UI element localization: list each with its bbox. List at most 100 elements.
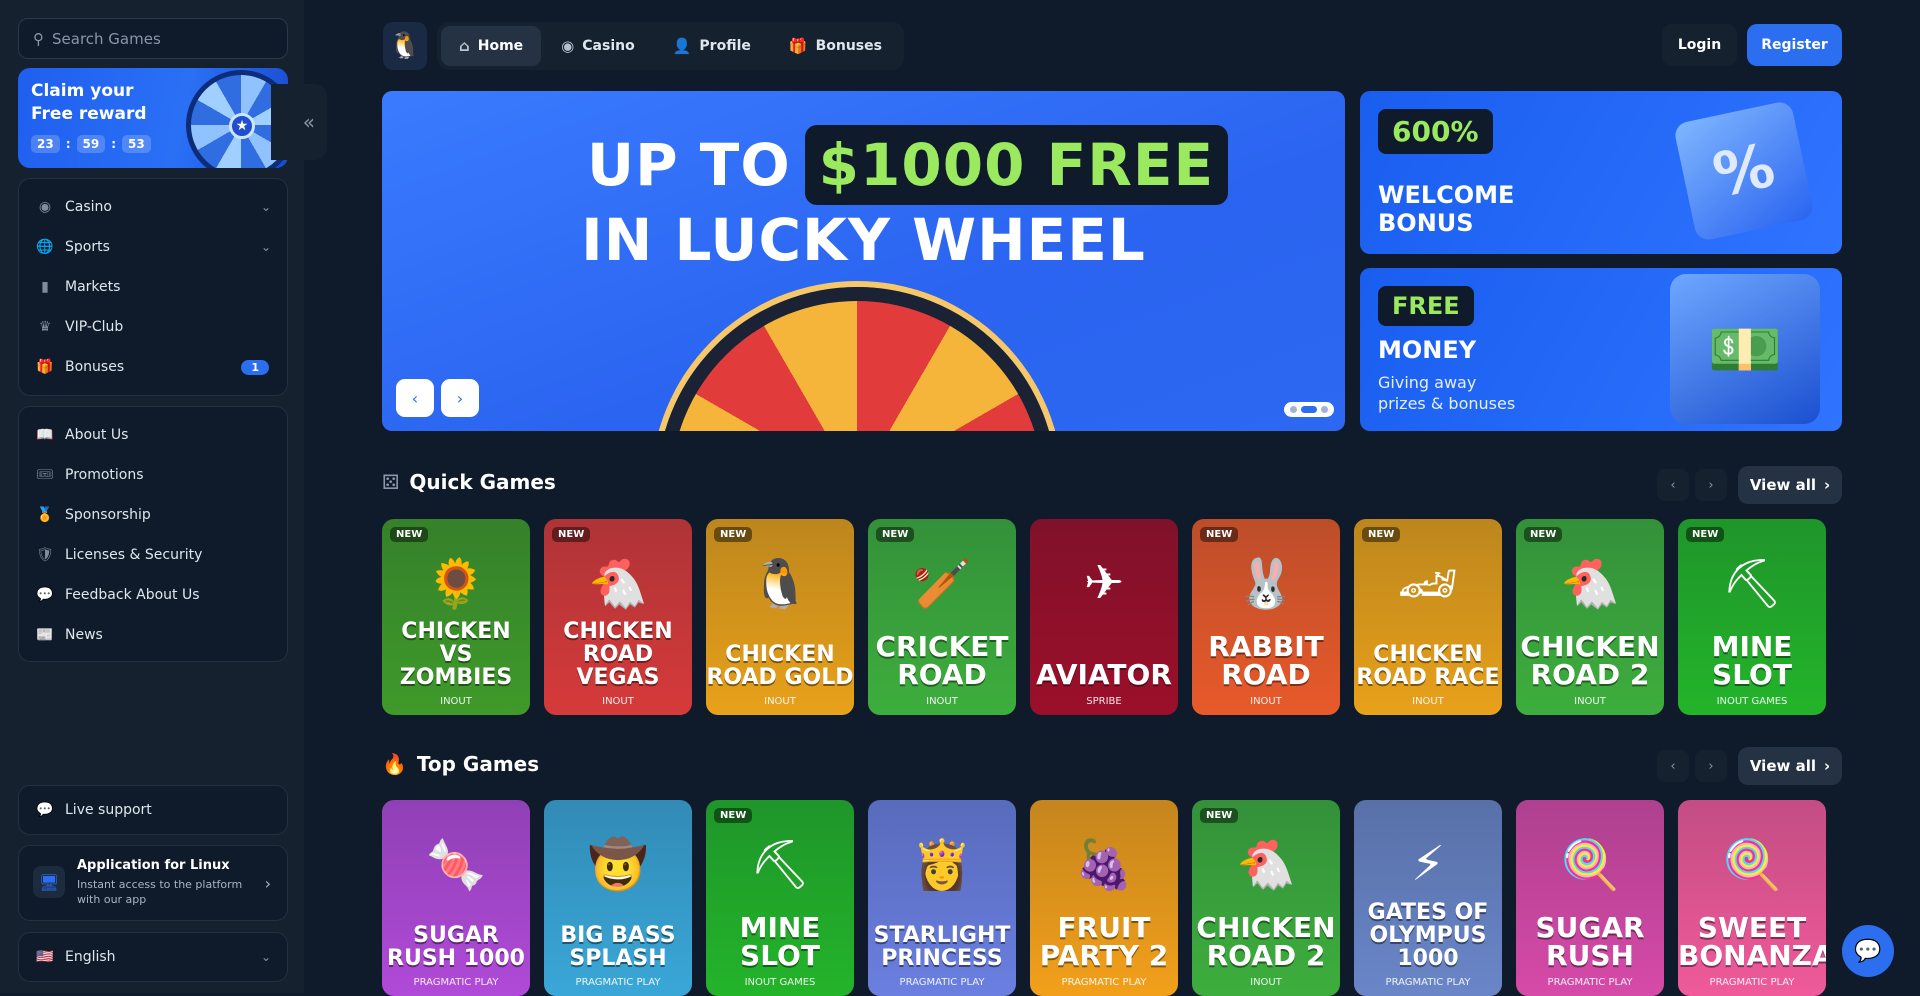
sidebar-item-markets[interactable]: ▮ Markets: [19, 267, 287, 307]
pagination-dot-active[interactable]: [1301, 406, 1317, 413]
game-title: MINE SLOT: [739, 911, 821, 972]
game-card[interactable]: ⛏ NEW MINE SLOT INOUT GAMES: [1678, 519, 1826, 715]
game-card[interactable]: 🐧 NEW CHICKEN ROAD GOLD INOUT: [706, 519, 854, 715]
gift-icon: 🎁: [36, 359, 54, 375]
game-card[interactable]: 👸 STARLIGHT PRINCESS PRAGMATIC PLAY: [868, 800, 1016, 996]
promo-pill: FREE: [1378, 286, 1474, 326]
game-art-image: 👸: [912, 836, 972, 893]
sidebar-item-news[interactable]: 📰 News: [19, 615, 287, 655]
game-card[interactable]: 🍭 SUGAR RUSH PRAGMATIC PLAY: [1516, 800, 1664, 996]
collapse-sidebar-button[interactable]: «: [271, 84, 327, 160]
search-box[interactable]: ⚲: [18, 18, 288, 59]
game-title: CHICKEN ROAD GOLD: [706, 642, 854, 690]
language-selector[interactable]: 🇺🇸 English ⌄: [18, 932, 288, 982]
game-card[interactable]: 🤠 BIG BASS SPLASH PRAGMATIC PLAY: [544, 800, 692, 996]
chevron-down-icon: ⌄: [260, 950, 271, 964]
view-all-label: View all: [1749, 757, 1816, 775]
tab-casino-label: Casino: [582, 38, 635, 54]
promo-title-2: BONUS: [1378, 209, 1474, 237]
game-title: CHICKEN VS ZOMBIES: [399, 619, 513, 690]
search-input[interactable]: [52, 29, 262, 48]
game-card[interactable]: 🏏 NEW CRICKET ROAD INOUT: [868, 519, 1016, 715]
live-support-label: Live support: [65, 802, 152, 818]
quick-games-row: 🌻 NEW CHICKEN VS ZOMBIES INOUT 🐔 NEW CHICKEN R…: [382, 519, 1842, 715]
sidebar-item-feedback-about-us[interactable]: 💬 Feedback About Us: [19, 575, 287, 615]
sidebar-item-casino[interactable]: ◉ Casino ⌄: [19, 187, 287, 227]
game-card[interactable]: 🍬 SUGAR RUSH 1000 PRAGMATIC PLAY: [382, 800, 530, 996]
welcome-bonus-banner[interactable]: 600% WELCOME BONUS %: [1360, 91, 1842, 254]
star-icon: ★: [229, 113, 255, 139]
quick-games-view-all[interactable]: View all ›: [1738, 466, 1842, 504]
game-card[interactable]: ⛏ NEW MINE SLOT INOUT GAMES: [706, 800, 854, 996]
crown-icon: ♛: [38, 319, 52, 335]
tab-home[interactable]: ⌂ Home: [441, 26, 542, 66]
new-badge: NEW: [1524, 527, 1563, 542]
new-badge: NEW: [714, 527, 753, 542]
hero-banner[interactable]: UP TO $1000 FREE IN LUCKY WHEEL ‹ ›: [382, 91, 1345, 431]
new-badge: NEW: [714, 808, 753, 823]
sidebar-item-licenses-security[interactable]: 🛡 Licenses & Security: [19, 535, 287, 575]
game-provider: INOUT: [1250, 977, 1282, 988]
game-title: AVIATOR: [1036, 658, 1172, 691]
game-title: CHICKEN ROAD RACE: [1356, 642, 1500, 690]
game-title: GATES OF OLYMPUS 1000: [1367, 900, 1489, 971]
game-card[interactable]: 🐔 NEW CHICKEN ROAD 2 INOUT: [1516, 519, 1664, 715]
login-button[interactable]: Login: [1662, 24, 1737, 66]
game-title: CHICKEN ROAD VEGAS: [563, 619, 673, 690]
sidebar-item-label: About Us: [65, 427, 129, 443]
top-games-view-all[interactable]: View all ›: [1738, 747, 1842, 785]
tab-bonuses[interactable]: 🎁 Bonuses: [771, 26, 900, 66]
game-art-image: 🍬: [426, 836, 486, 893]
double-chevron-left-icon: «: [302, 110, 315, 134]
sidebar-item-promotions[interactable]: 🎟 Promotions: [19, 455, 287, 495]
game-card[interactable]: 🏎 NEW CHICKEN ROAD RACE INOUT: [1354, 519, 1502, 715]
linux-app-banner[interactable]: 🖥 Application for Linux Instant access t…: [18, 845, 288, 921]
free-money-banner[interactable]: FREE MONEY Giving away prizes & bonuses …: [1360, 268, 1842, 431]
prev-button[interactable]: ‹: [1657, 469, 1689, 501]
game-card[interactable]: 🍭 SWEET BONANZA PRAGMATIC PLAY: [1678, 800, 1826, 996]
sidebar-item-vip-club[interactable]: ♛ VIP-Club: [19, 307, 287, 347]
hero-next-button[interactable]: ›: [441, 379, 479, 417]
game-card[interactable]: 🐰 NEW RABBIT ROAD INOUT: [1192, 519, 1340, 715]
game-provider: INOUT: [1574, 696, 1606, 707]
sidebar-item-sports[interactable]: 🌐 Sports ⌄: [19, 227, 287, 267]
live-support-button[interactable]: 💬 Live support: [18, 785, 288, 835]
pagination-dot[interactable]: [1321, 406, 1328, 413]
chat-launcher-button[interactable]: 💬: [1842, 925, 1894, 977]
site-logo[interactable]: 🐧: [383, 22, 427, 70]
game-art-image: 🐔: [588, 555, 648, 612]
register-button[interactable]: Register: [1747, 24, 1842, 66]
chevron-down-icon: ⌄: [260, 240, 271, 254]
timer-minutes: 59: [76, 135, 106, 153]
tab-casino[interactable]: ◉ Casino: [543, 26, 653, 66]
sidebar-item-sponsorship[interactable]: 🏅 Sponsorship: [19, 495, 287, 535]
new-badge: NEW: [1200, 808, 1239, 823]
tab-home-label: Home: [477, 38, 524, 54]
free-reward-banner[interactable]: Claim your Free reward 23: 59: 53 ★: [18, 68, 288, 168]
game-card[interactable]: 🍇 FRUIT PARTY 2 PRAGMATIC PLAY: [1030, 800, 1178, 996]
game-card[interactable]: 🐔 NEW CHICKEN ROAD VEGAS INOUT: [544, 519, 692, 715]
chevron-right-icon: ›: [456, 388, 464, 408]
game-card[interactable]: ⚡ GATES OF OLYMPUS 1000 PRAGMATIC PLAY: [1354, 800, 1502, 996]
game-card[interactable]: ✈ AVIATOR SPRIBE: [1030, 519, 1178, 715]
pagination-dot[interactable]: [1290, 406, 1297, 413]
game-provider: INOUT GAMES: [744, 977, 816, 988]
promo-sub-1: Giving away: [1378, 373, 1477, 392]
tab-profile[interactable]: 👤 Profile: [655, 26, 769, 66]
top-games-header: 🔥 Top Games: [382, 752, 539, 776]
game-art-image: ✈: [1083, 555, 1125, 611]
tab-bonuses-label: Bonuses: [815, 38, 882, 54]
next-button[interactable]: ›: [1695, 750, 1727, 782]
sidebar-item-label: Casino: [65, 199, 112, 215]
game-card[interactable]: 🐔 NEW CHICKEN ROAD 2 INOUT: [1192, 800, 1340, 996]
sidebar-item-bonuses[interactable]: 🎁 Bonuses 1: [19, 347, 287, 387]
next-button[interactable]: ›: [1695, 469, 1727, 501]
game-provider: PRAGMATIC PLAY: [413, 977, 499, 988]
prev-button[interactable]: ‹: [1657, 750, 1689, 782]
game-title: SWEET BONANZA: [1678, 911, 1826, 972]
sidebar-item-about-us[interactable]: 📖 About Us: [19, 415, 287, 455]
hero-pagination[interactable]: [1284, 402, 1334, 417]
game-card[interactable]: 🌻 NEW CHICKEN VS ZOMBIES INOUT: [382, 519, 530, 715]
hero-prev-button[interactable]: ‹: [396, 379, 434, 417]
game-art-image: 🏏: [912, 555, 972, 612]
